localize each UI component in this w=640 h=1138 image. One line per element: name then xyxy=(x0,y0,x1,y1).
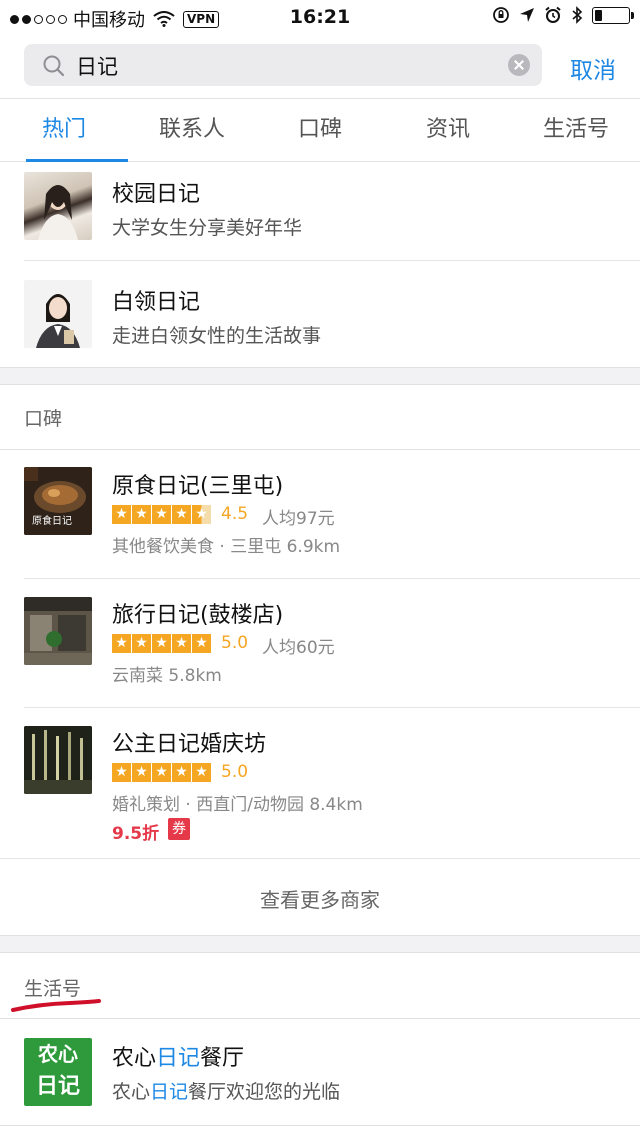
search-query-text: 日记 xyxy=(76,55,118,79)
merchant-title: 公主日记婚庆坊 xyxy=(112,732,267,757)
tab-news[interactable]: 资讯 xyxy=(384,99,512,161)
star-icon: ★ xyxy=(112,634,131,653)
life-account-title: 农心日记餐厅 xyxy=(112,1046,245,1071)
divider xyxy=(0,952,640,953)
clear-search-icon[interactable] xyxy=(508,54,530,76)
merchant-thumbnail xyxy=(24,597,92,665)
rating-score: 5.0 xyxy=(221,762,249,782)
avatar xyxy=(24,280,92,348)
divider xyxy=(0,1125,640,1126)
rotation-lock-icon xyxy=(493,7,509,23)
merchant-thumbnail-text: 原食日记 xyxy=(32,516,72,527)
merchant-meta: 婚礼策划 · 西直门/动物园 8.4km xyxy=(112,795,363,815)
battery-icon xyxy=(592,6,634,24)
search-tabs: 热门 联系人 口碑 资讯 生活号 xyxy=(0,98,640,162)
cancel-button[interactable]: 取消 xyxy=(570,51,616,85)
section-title-koubei: 口碑 xyxy=(24,408,63,430)
star-icon: ★ xyxy=(112,505,131,524)
divider xyxy=(0,449,640,450)
divider xyxy=(24,260,640,261)
logo-text-line1: 农心 xyxy=(38,1042,78,1066)
search-icon xyxy=(43,55,65,77)
divider xyxy=(0,1018,640,1019)
status-bar: 中国移动 VPN 16:21 xyxy=(0,0,640,34)
divider xyxy=(0,858,640,859)
avatar xyxy=(24,172,92,240)
bluetooth-icon xyxy=(572,6,583,24)
merchant-title: 原食日记(三里屯) xyxy=(112,474,284,499)
star-icon: ★ xyxy=(192,763,211,782)
star-rating: ★ ★ ★ ★ ★ xyxy=(112,505,211,524)
item-title: 校园日记 xyxy=(112,182,201,207)
star-icon: ★ xyxy=(132,505,151,524)
merchant-meta: 其他餐饮美食 · 三里屯 6.9km xyxy=(112,537,341,557)
red-underline-annotation xyxy=(11,999,101,1012)
coupon-badge: 券 xyxy=(168,818,190,840)
divider xyxy=(0,367,640,368)
star-icon: ★ xyxy=(112,763,131,782)
star-rating: ★ ★ ★ ★ ★ xyxy=(112,634,211,653)
item-title: 白领日记 xyxy=(112,290,201,315)
divider xyxy=(24,707,640,708)
star-icon: ★ xyxy=(152,763,171,782)
search-header: 日记 取消 xyxy=(0,34,640,98)
search-input[interactable]: 日记 xyxy=(24,44,542,86)
star-icon: ★ xyxy=(132,634,151,653)
tab-koubei[interactable]: 口碑 xyxy=(256,99,384,161)
item-subtitle: 大学女生分享美好年华 xyxy=(112,217,303,239)
star-icon: ★ xyxy=(172,634,191,653)
average-price: 人均97元 xyxy=(262,509,335,529)
life-account-logo: 农心 日记 xyxy=(24,1038,92,1106)
tab-life-accounts[interactable]: 生活号 xyxy=(512,99,640,161)
star-half-icon: ★ xyxy=(192,505,211,524)
star-icon: ★ xyxy=(192,634,211,653)
life-account-subtitle: 农心日记餐厅欢迎您的光临 xyxy=(112,1081,341,1103)
star-icon: ★ xyxy=(172,763,191,782)
divider xyxy=(0,384,640,385)
merchant-meta: 云南菜 5.8km xyxy=(112,666,222,686)
star-icon: ★ xyxy=(132,763,151,782)
tab-hot[interactable]: 热门 xyxy=(0,99,128,162)
star-icon: ★ xyxy=(152,634,171,653)
star-icon: ★ xyxy=(172,505,191,524)
rating-score: 5.0 xyxy=(221,633,249,653)
star-rating: ★ ★ ★ ★ ★ xyxy=(112,763,211,782)
divider xyxy=(0,935,640,936)
tab-contacts[interactable]: 联系人 xyxy=(128,99,256,161)
merchant-thumbnail xyxy=(24,726,92,794)
location-icon xyxy=(520,8,534,22)
discount-label: 9.5折 xyxy=(112,824,160,844)
logo-text-line2: 日记 xyxy=(35,1074,80,1099)
merchant-title: 旅行日记(鼓楼店) xyxy=(112,603,284,628)
view-more-merchants-button[interactable]: 查看更多商家 xyxy=(0,884,640,913)
alarm-icon xyxy=(545,6,561,23)
koubei-section: 口碑 原食日记 原食日记(三里屯) ★ ★ ★ ★ ★ 4.5 人均97元 其他… xyxy=(0,384,640,936)
life-accounts-section: 生活号 农心 日记 农心日记餐厅 农心日记餐厅欢迎您的光临 xyxy=(0,952,640,1138)
item-subtitle: 走进白领女性的生活故事 xyxy=(112,325,322,347)
star-icon: ★ xyxy=(152,505,171,524)
rating-score: 4.5 xyxy=(221,504,249,524)
merchant-thumbnail: 原食日记 xyxy=(24,467,92,535)
average-price: 人均60元 xyxy=(262,638,335,658)
section-title-life-accounts: 生活号 xyxy=(24,978,82,1000)
top-results-section: 校园日记 大学女生分享美好年华 白领日记 走进白领女性的生活故事 xyxy=(0,162,640,368)
divider xyxy=(24,578,640,579)
